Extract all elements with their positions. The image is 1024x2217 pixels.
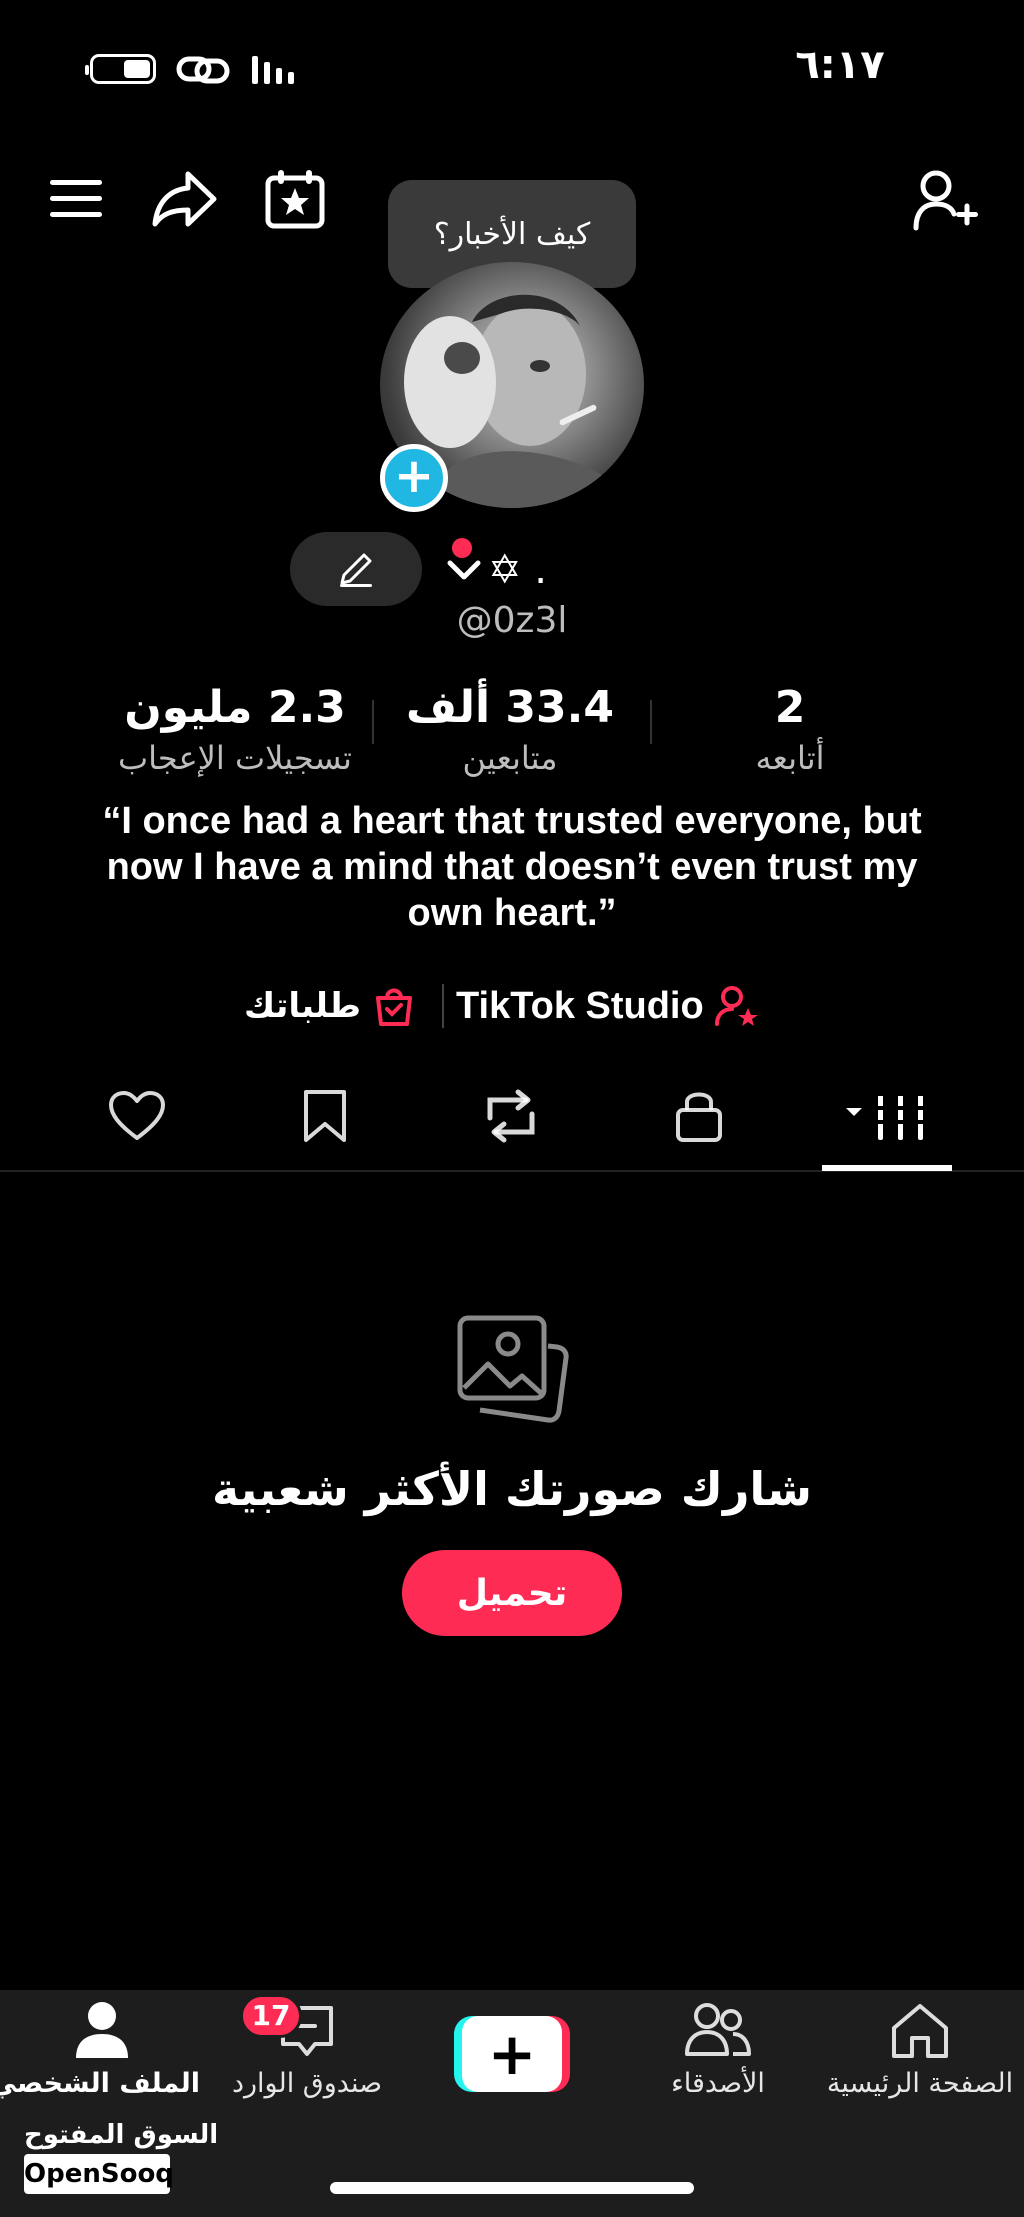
nav-profile[interactable]: الملف الشخصي xyxy=(0,2000,200,2099)
add-user-icon[interactable] xyxy=(912,168,980,232)
link-separator xyxy=(442,984,444,1028)
stat-label: تسجيلات الإعجاب xyxy=(118,739,352,777)
stat-value: 33.4 ألف xyxy=(406,682,614,733)
stat-label: أتابعه xyxy=(755,739,825,777)
nav-friends[interactable]: الأصدقاء xyxy=(640,2000,796,2099)
link-icon xyxy=(176,54,230,86)
watermark-arabic: السوق المفتوح xyxy=(24,2120,219,2150)
shopping-bag-icon xyxy=(375,988,412,1026)
nav-label: الصفحة الرئيسية xyxy=(826,2068,1014,2099)
display-name-row[interactable]: ✡︎ . xyxy=(446,540,596,600)
liked-tab[interactable] xyxy=(108,1090,166,1142)
stat-value: 2.3 مليون xyxy=(124,682,346,733)
share-icon[interactable] xyxy=(150,168,220,230)
profile-icon xyxy=(76,2002,128,2058)
inbox-badge: 17 xyxy=(240,1994,302,2038)
signal-icon xyxy=(250,54,304,86)
nav-label: الأصدقاء xyxy=(671,2068,765,2099)
display-name: ✡︎ . xyxy=(488,547,547,593)
empty-state-title: شارك صورتك الأكثر شعبية xyxy=(212,1462,812,1516)
creator-star-icon xyxy=(714,986,758,1026)
saved-tab[interactable] xyxy=(302,1088,348,1144)
grid-icon xyxy=(846,1092,928,1140)
calendar-star-icon[interactable] xyxy=(264,168,326,230)
orders-link[interactable]: طلباتك xyxy=(244,976,420,1036)
status-time: ٦:١٧ xyxy=(795,42,885,88)
nav-home[interactable]: الصفحة الرئيسية xyxy=(816,2000,1024,2099)
active-tab-indicator xyxy=(822,1165,952,1171)
home-icon xyxy=(892,2004,948,2058)
username: @0z3l xyxy=(456,600,568,641)
reposts-tab[interactable] xyxy=(480,1088,542,1144)
edit-profile-button[interactable] xyxy=(290,532,422,606)
nav-label: صندوق الوارد xyxy=(231,2068,383,2099)
repost-icon xyxy=(487,1089,535,1143)
friends-icon xyxy=(685,2003,751,2056)
bookmark-icon xyxy=(304,1090,346,1142)
photo-icon xyxy=(452,1310,572,1428)
create-button[interactable]: + xyxy=(454,2016,570,2092)
menu-icon[interactable] xyxy=(48,176,104,222)
plus-icon: + xyxy=(462,2016,562,2092)
heart-icon xyxy=(109,1091,165,1140)
stat-value: 2 xyxy=(774,682,806,733)
stat-label: متابعين xyxy=(462,739,558,777)
tiktok-studio-link[interactable]: TikTok Studio xyxy=(456,976,786,1036)
chevron-down-icon xyxy=(447,560,481,580)
battery-icon xyxy=(85,54,156,84)
stat-following[interactable]: 2 أتابعه xyxy=(690,682,890,777)
upload-button[interactable]: تحميل xyxy=(402,1550,622,1636)
lock-icon xyxy=(676,1092,722,1142)
home-indicator[interactable] xyxy=(330,2182,694,2194)
profile-bio: “I once had a heart that trusted everyon… xyxy=(102,800,922,934)
stat-divider xyxy=(372,700,374,744)
videos-tab[interactable] xyxy=(842,1088,932,1144)
pencil-icon xyxy=(340,553,372,587)
stat-followers[interactable]: 33.4 ألف متابعين xyxy=(400,682,620,777)
nav-label: الملف الشخصي xyxy=(0,2068,200,2099)
private-tab[interactable] xyxy=(674,1086,724,1144)
orders-label: طلباتك xyxy=(244,986,361,1026)
add-story-button[interactable]: + xyxy=(380,444,448,512)
watermark-english: OpenSooq xyxy=(24,2154,174,2194)
stat-likes[interactable]: 2.3 مليون تسجيلات الإعجاب xyxy=(90,682,380,777)
stat-divider xyxy=(650,700,652,744)
studio-label: TikTok Studio xyxy=(456,984,704,1027)
